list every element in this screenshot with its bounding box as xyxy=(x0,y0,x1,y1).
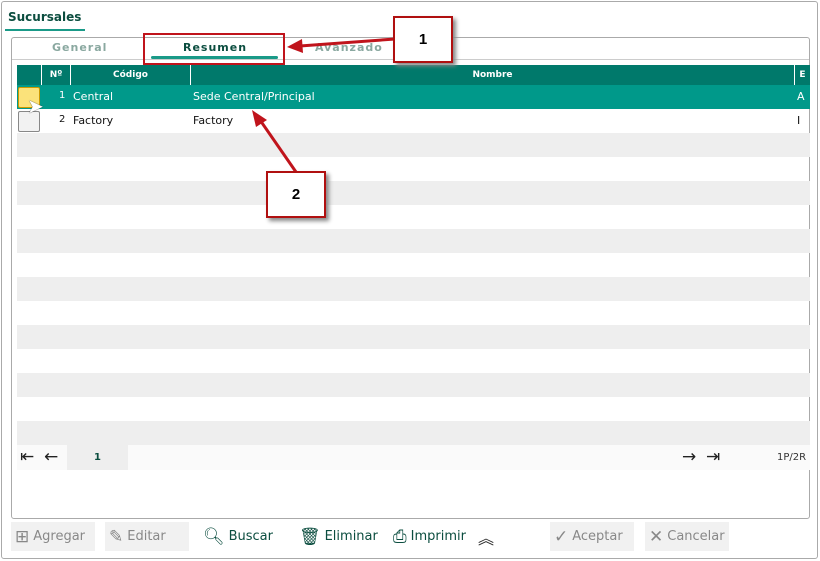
arrow-2 xyxy=(258,119,298,173)
annotation-arrows xyxy=(252,37,396,173)
annotation-1: 1 xyxy=(393,16,453,63)
arrow-1 xyxy=(299,37,396,48)
mouse-cursor-icon: ➤ xyxy=(27,94,44,118)
arrow-1-head xyxy=(287,39,303,53)
annotation-2: 2 xyxy=(266,171,326,218)
